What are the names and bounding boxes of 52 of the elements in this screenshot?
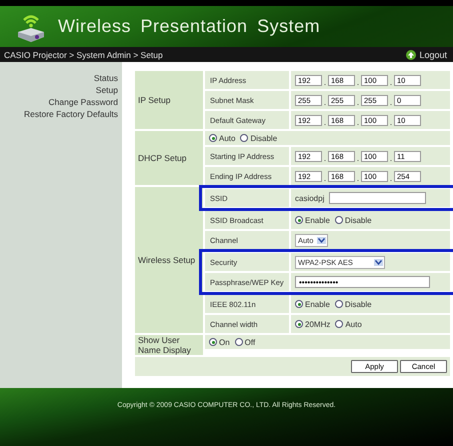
separator-dot: .	[388, 174, 394, 185]
ssid-prefix: casiodpj	[295, 194, 324, 202]
radio-label: Enable	[305, 216, 330, 224]
radio-label: Disable	[344, 216, 372, 224]
ssid-field[interactable]	[329, 192, 426, 204]
sidebar-link[interactable]: Setup	[96, 84, 118, 96]
sidebar-link[interactable]: Change Password	[48, 96, 118, 108]
section-label: IP Setup	[135, 71, 203, 129]
radio-label: 20MHz	[305, 320, 330, 328]
separator-dot: .	[388, 98, 394, 109]
radio-label: On	[219, 338, 230, 346]
radio-label: Disable	[250, 134, 278, 142]
app-title: Wireless Presentation System	[58, 16, 320, 37]
separator-dot: .	[322, 154, 328, 165]
radio-button[interactable]	[295, 300, 303, 308]
sidebar-link[interactable]: Restore Factory Defaults	[24, 108, 118, 120]
radio-button[interactable]	[335, 320, 344, 328]
up-arrow-icon	[406, 50, 416, 60]
radio-label: Disable	[344, 300, 372, 308]
separator-dot: .	[356, 98, 360, 109]
logout-link[interactable]: Logout	[406, 50, 447, 60]
section-label: DHCP Setup	[135, 131, 203, 185]
separator-dot: .	[322, 98, 328, 109]
radio-button[interactable]	[295, 320, 303, 328]
radio-label: Off	[244, 338, 256, 346]
section-label: Show User Name Display	[135, 335, 203, 355]
caret-icon	[317, 236, 326, 244]
breadcrumb: CASIO Projector > System Admin > Setup	[4, 50, 163, 60]
separator-dot: .	[356, 118, 360, 129]
caret-icon	[374, 258, 383, 266]
separator-dot: .	[356, 174, 360, 185]
radio-button[interactable]	[295, 216, 303, 224]
radio-button[interactable]	[334, 300, 343, 308]
radio-button[interactable]	[209, 134, 217, 142]
radio-button[interactable]	[209, 338, 217, 346]
radio-label: Auto	[345, 320, 362, 328]
separator-dot: .	[322, 78, 328, 89]
radio-button[interactable]	[240, 134, 248, 142]
separator-dot: .	[388, 78, 394, 89]
passphrase-field[interactable]: ••••••••••••••	[295, 276, 430, 288]
radio-button[interactable]	[334, 216, 343, 224]
radio-label: Auto	[219, 134, 236, 142]
separator-dot: .	[322, 174, 328, 185]
sidebar-link[interactable]: Status	[94, 72, 118, 84]
radio-button[interactable]	[234, 338, 243, 346]
section-label: Wireless Setup	[135, 187, 203, 333]
separator-dot: .	[388, 118, 394, 129]
separator-dot: .	[322, 118, 328, 129]
separator-dot: .	[356, 154, 360, 165]
radio-label: Enable	[305, 300, 330, 308]
separator-dot: .	[356, 78, 360, 89]
separator-dot: .	[388, 154, 394, 165]
